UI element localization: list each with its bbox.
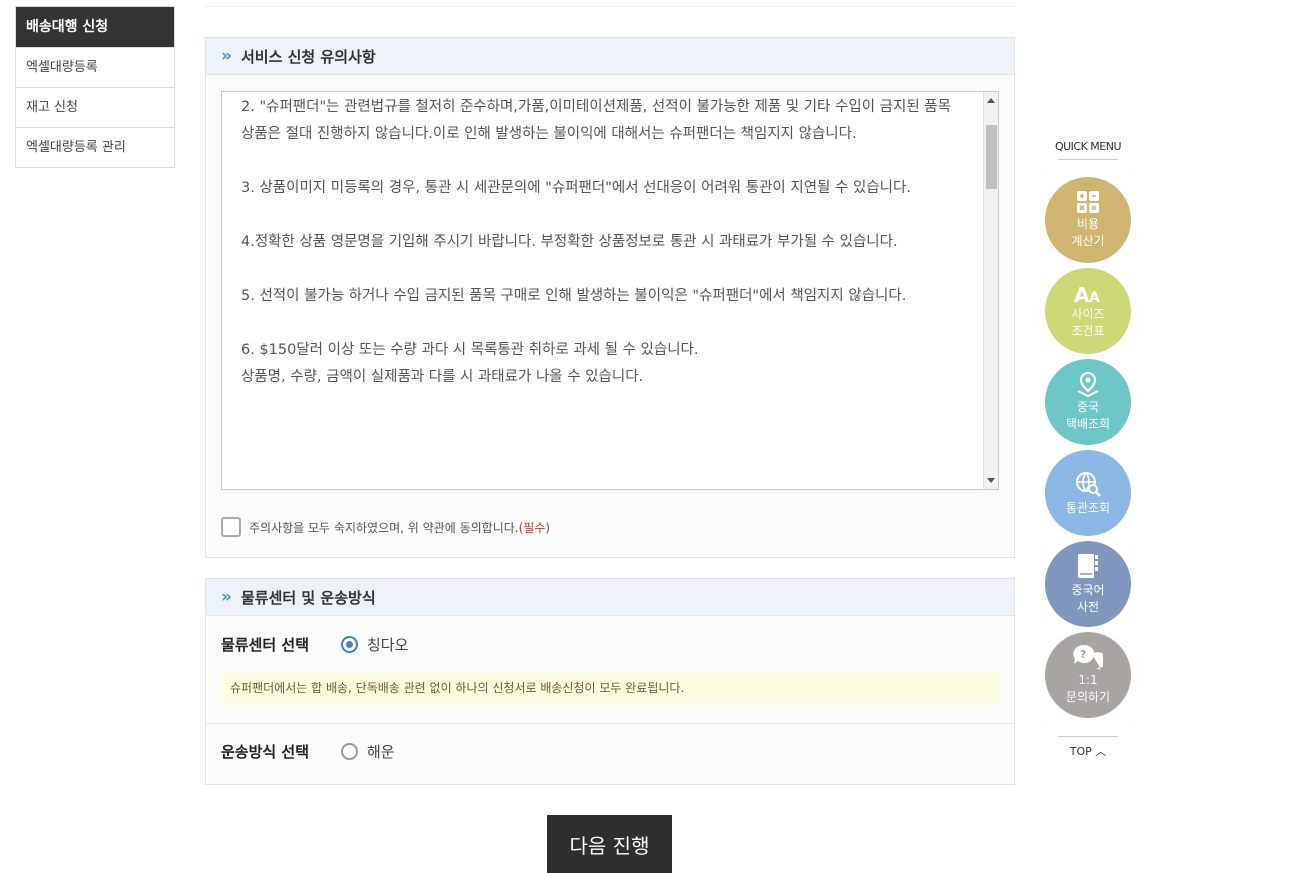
location-pin-icon bbox=[1077, 371, 1099, 397]
required-mark: (필수) bbox=[518, 520, 551, 535]
shipping-label: 운송방식 선택 bbox=[221, 743, 310, 761]
center-row: 물류센터 선택 칭다오 bbox=[221, 634, 408, 655]
scrollbar[interactable] bbox=[983, 92, 998, 489]
logistics-panel: » 물류센터 및 운송방식 물류센터 선택 칭다오 슈퍼팬더에서는 합 배송, … bbox=[205, 578, 1015, 785]
quick-item-line1: 중국 bbox=[1076, 400, 1100, 414]
logistics-title: 물류센터 및 운송방식 bbox=[240, 588, 376, 607]
page: 배송대행 신청 엑셀대량등록 재고 신청 엑셀대량등록 관리 » 서비스 신청 … bbox=[0, 0, 1294, 873]
shipping-radio-sea[interactable] bbox=[341, 743, 358, 760]
quick-size-chart[interactable]: A A 사이즈 조건표 bbox=[1045, 268, 1131, 354]
agree-text: 주의사항을 모두 숙지하였으며, 위 약관에 동의합니다. bbox=[249, 520, 519, 535]
scroll-down-arrow-icon[interactable] bbox=[987, 478, 995, 483]
calculator-icon bbox=[1077, 191, 1099, 213]
sidebar: 배송대행 신청 엑셀대량등록 재고 신청 엑셀대량등록 관리 bbox=[15, 6, 175, 168]
center-label: 물류센터 선택 bbox=[221, 636, 310, 654]
quick-cost-calculator[interactable]: 비용 계산기 bbox=[1045, 177, 1131, 263]
quick-menu-bracket-bottom bbox=[1045, 723, 1131, 737]
quick-item-line2: 택배조회 bbox=[1065, 417, 1111, 431]
quick-customs-lookup[interactable]: 통관조회 bbox=[1045, 450, 1131, 536]
agree-row: 주의사항을 모두 숙지하였으며, 위 약관에 동의합니다.(필수) bbox=[221, 517, 550, 537]
quick-one-on-one-inquiry[interactable]: ? 1:1 문의하기 bbox=[1045, 632, 1131, 718]
question-chat-icon: ? bbox=[1073, 644, 1103, 670]
top-label: TOP bbox=[1069, 745, 1092, 758]
sidebar-item-stock-request[interactable]: 재고 신청 bbox=[16, 87, 174, 127]
quick-item-line1: 사이즈 bbox=[1071, 307, 1105, 321]
notice-paragraph: 4.정확한 상품 영문명을 기입해 주시기 바랍니다. 부정확한 상품정보로 통… bbox=[241, 234, 898, 250]
double-chevron-icon: » bbox=[221, 46, 232, 66]
quick-item-line1: 중국어 bbox=[1071, 583, 1105, 597]
quick-china-tracking[interactable]: 중국 택배조회 bbox=[1045, 359, 1131, 445]
top-divider bbox=[205, 6, 1015, 7]
sidebar-item-excel-manage[interactable]: 엑셀대량등록 관리 bbox=[16, 127, 174, 167]
quick-item-line1: 비용 bbox=[1076, 217, 1100, 231]
top-button[interactable]: TOP ︿ bbox=[1043, 743, 1133, 759]
quick-item-line2: 사전 bbox=[1076, 600, 1100, 614]
quick-item-line1: 통관조회 bbox=[1065, 500, 1111, 515]
notice-text: 2. "슈퍼팬더"는 관련법규를 철저히 준수하며,가품,이미테이션제품, 선적… bbox=[241, 94, 963, 418]
notice-paragraph: 5. 선적이 불가능 하거나 수입 금지된 품목 구매로 인해 발생하는 불이익… bbox=[241, 288, 907, 304]
agree-label: 주의사항을 모두 숙지하였으며, 위 약관에 동의합니다.(필수) bbox=[249, 519, 550, 536]
quick-menu-title: QUICK MENU bbox=[1054, 140, 1122, 153]
quick-menu: QUICK MENU 비용 계산기 A A 사이즈 조건표 중국 택배조회 통관… bbox=[1043, 140, 1133, 759]
sidebar-header[interactable]: 배송대행 신청 bbox=[16, 7, 174, 47]
notice-title: 서비스 신청 유의사항 bbox=[240, 47, 376, 66]
quick-item-line1: 1:1 bbox=[1078, 673, 1098, 687]
book-icon bbox=[1078, 554, 1098, 578]
notice-panel-header: » 서비스 신청 유의사항 bbox=[206, 38, 1014, 75]
notice-panel: » 서비스 신청 유의사항 2. "슈퍼팬더"는 관련법규를 철저히 준수하며,… bbox=[205, 37, 1015, 558]
svg-text:?: ? bbox=[1080, 648, 1086, 661]
logistics-divider bbox=[206, 723, 1014, 724]
scroll-thumb[interactable] bbox=[986, 125, 997, 189]
info-notice: 슈퍼팬더에서는 합 배송, 단독배송 관련 없이 하나의 신청서로 배송신청이 … bbox=[221, 673, 999, 703]
shipping-row: 운송방식 선택 해운 bbox=[221, 741, 395, 762]
sidebar-item-excel-bulk[interactable]: 엑셀대량등록 bbox=[16, 47, 174, 87]
scroll-up-arrow-icon[interactable] bbox=[987, 98, 995, 103]
notice-paragraph: 6. $150달러 이상 또는 수량 과다 시 목록통관 취하로 과세 될 수 … bbox=[241, 342, 699, 385]
font-size-icon: A A bbox=[1074, 283, 1100, 304]
agree-checkbox[interactable] bbox=[221, 517, 241, 537]
notice-paragraph: 2. "슈퍼팬더"는 관련법규를 철저히 준수하며,가품,이미테이션제품, 선적… bbox=[241, 99, 956, 142]
chevron-up-icon: ︿ bbox=[1095, 745, 1107, 758]
notice-scroll-box[interactable]: 2. "슈퍼팬더"는 관련법규를 철저히 준수하며,가품,이미테이션제품, 선적… bbox=[221, 91, 999, 490]
next-button[interactable]: 다음 진행 bbox=[547, 815, 672, 873]
logistics-panel-header: » 물류센터 및 운송방식 bbox=[206, 579, 1014, 616]
notice-paragraph: 3. 상품이미지 미등록의 경우, 통관 시 세관문의에 "슈퍼팬더"에서 선대… bbox=[241, 180, 911, 196]
center-option-label[interactable]: 칭다오 bbox=[367, 634, 408, 655]
quick-item-line2: 문의하기 bbox=[1065, 690, 1111, 704]
center-radio-qingdao[interactable] bbox=[341, 636, 358, 653]
svg-text:A: A bbox=[1089, 290, 1100, 304]
shipping-option-label[interactable]: 해운 bbox=[367, 741, 395, 762]
svg-text:A: A bbox=[1074, 283, 1090, 304]
quick-item-line2: 계산기 bbox=[1071, 234, 1105, 248]
double-chevron-icon: » bbox=[221, 587, 232, 607]
quick-item-line2: 조건표 bbox=[1071, 324, 1105, 338]
globe-search-icon bbox=[1076, 471, 1101, 497]
quick-menu-bracket-top bbox=[1045, 159, 1131, 173]
quick-chinese-dictionary[interactable]: 중국어 사전 bbox=[1045, 541, 1131, 627]
